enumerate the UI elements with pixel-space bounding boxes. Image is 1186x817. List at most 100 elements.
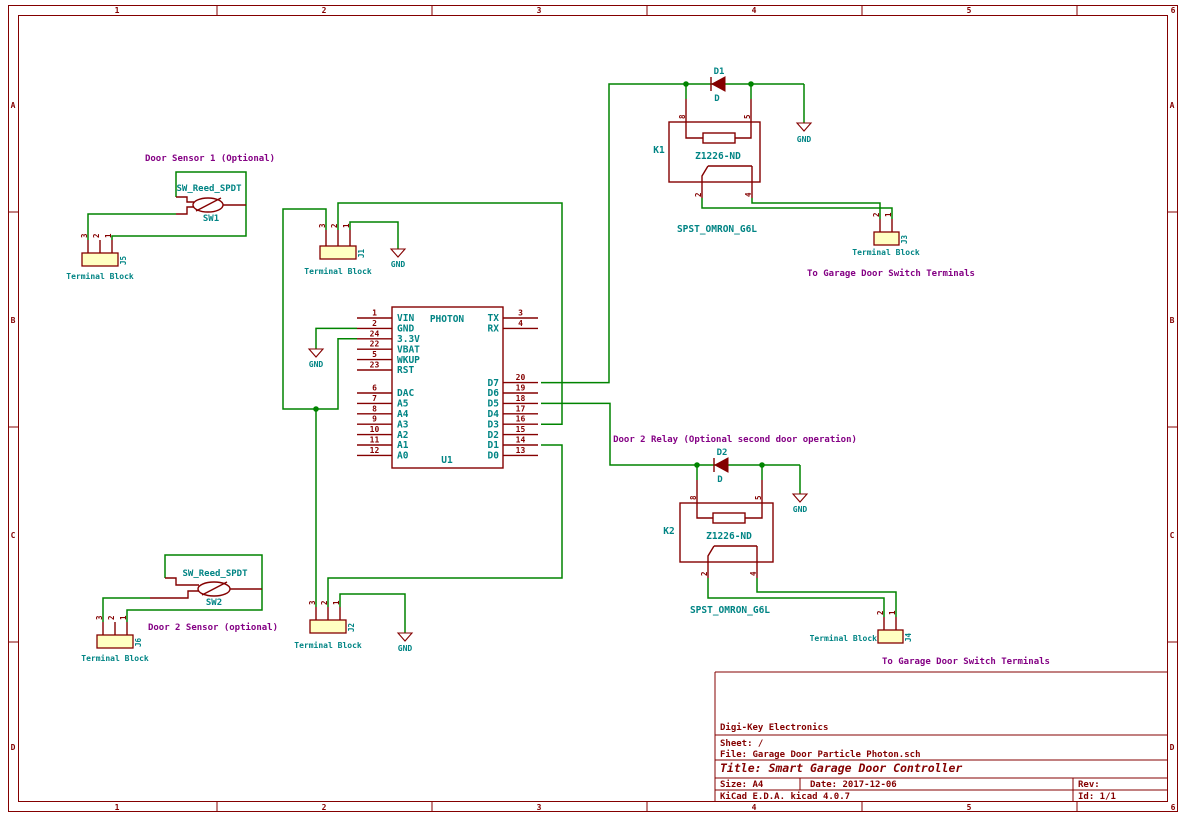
note-door-2-relay: Door 2 Relay (Optional second door opera… [613, 434, 857, 445]
relay-coil-lead [745, 503, 762, 518]
terminal-block-j6[interactable]: 3 2 1 J6 Terminal Block [81, 615, 149, 663]
tb-label: Terminal Block [810, 633, 878, 643]
photon-pin-name: D4 [488, 409, 500, 420]
tb-pin-number: 2 [92, 233, 101, 238]
relay-pin-number: 8 [689, 495, 698, 500]
wire[interactable] [350, 222, 398, 249]
reed-ref: SW2 [206, 598, 222, 608]
photon-pin-name: D2 [488, 430, 499, 441]
wire[interactable] [328, 445, 562, 607]
gnd-symbol[interactable] [309, 349, 323, 357]
wire[interactable] [541, 84, 804, 383]
gnd-symbol[interactable] [793, 494, 807, 502]
relay-pin-number: 5 [743, 114, 752, 119]
tb-pin-number: 3 [95, 615, 104, 620]
terminal-block-body[interactable] [97, 635, 133, 648]
photon-pins: 1VIN2GND243.3V22VBAT5WKUP23RST6DAC7A58A4… [357, 309, 538, 462]
photon-pin-number: 3 [518, 309, 523, 318]
photon-pin-name: A5 [397, 399, 409, 410]
gnd-symbol[interactable] [391, 249, 405, 257]
tb-label: Terminal Block [304, 266, 372, 276]
relay-ref: K2 [663, 526, 674, 537]
terminal-block-j1[interactable]: 3 2 1 J1 Terminal Block [304, 223, 372, 276]
tb-ref: J4 [904, 632, 913, 642]
reed-switch-sw2[interactable]: SW_Reed_SPDT SW2 [150, 569, 262, 608]
border-col-label: 4 [752, 803, 757, 812]
relay-coil [713, 513, 745, 523]
photon-pin-name: A1 [397, 440, 409, 451]
reed-switch-sw1[interactable]: SW_Reed_SPDT SW1 [176, 184, 246, 224]
photon-pin-number: 4 [518, 319, 523, 328]
wire[interactable] [702, 198, 892, 219]
id-field: Id: 1/1 [1078, 792, 1116, 802]
company-name: Digi-Key Electronics [720, 722, 828, 733]
gnd-symbol[interactable] [797, 123, 811, 131]
photon-pin-name: D7 [488, 378, 499, 389]
photon-pin-name: RST [397, 365, 414, 376]
tb-pin-number: 1 [342, 223, 351, 228]
tb-label: Terminal Block [66, 271, 134, 281]
tb-ref: J5 [119, 256, 128, 265]
tb-pin-number: 1 [888, 610, 897, 615]
tb-pin-number: 3 [308, 600, 317, 605]
photon-mcu[interactable]: PHOTON U1 1VIN2GND243.3V22VBAT5WKUP23RST… [357, 307, 538, 468]
border-col-label: 3 [537, 6, 542, 15]
photon-pin-number: 22 [370, 340, 380, 349]
tb-pin-number: 3 [80, 233, 89, 238]
relay-k1[interactable]: D1 D 8 5 2 4 K1 Z1226-ND SPST_OMRON_G6L [653, 67, 760, 235]
border-col-label: 5 [967, 803, 972, 812]
title-block: Digi-Key Electronics Sheet: / File: Gara… [715, 672, 1168, 802]
note-door-2-sensor: Door 2 Sensor (optional) [148, 622, 278, 633]
photon-pin-name: A4 [397, 409, 409, 420]
photon-pin-number: 13 [516, 446, 526, 455]
terminal-block-j3[interactable]: 2 1 J3 Terminal Block [852, 212, 920, 257]
diode-ref: D1 [714, 67, 725, 77]
photon-pin-name: D1 [488, 440, 500, 451]
terminal-block-body[interactable] [878, 630, 903, 643]
relay-switch-arm [702, 166, 708, 182]
terminal-block-body[interactable] [310, 620, 346, 633]
photon-pin-name: D3 [488, 419, 500, 430]
photon-pin-name: VIN [397, 313, 414, 324]
tool-field: KiCad E.D.A. kicad 4.0.7 [720, 791, 850, 802]
size-field: Size: A4 [720, 779, 764, 790]
terminal-block-body[interactable] [874, 232, 899, 245]
wire[interactable] [112, 172, 246, 240]
border-col-label: 6 [1171, 803, 1176, 812]
photon-pin-name: DAC [397, 388, 414, 399]
relay-coil-lead [697, 503, 713, 518]
photon-pin-number: 15 [516, 425, 526, 434]
rev-field: Rev: [1078, 780, 1100, 790]
terminal-block-body[interactable] [82, 253, 118, 266]
wire[interactable] [283, 209, 326, 409]
terminal-block-j4[interactable]: 2 1 J4 Terminal Block [810, 610, 913, 643]
tb-label: Terminal Block [852, 247, 920, 257]
photon-pin-name: A3 [397, 419, 409, 430]
photon-pin-number: 5 [372, 350, 377, 359]
relay-value: Z1226-ND [706, 531, 752, 542]
diode-d2[interactable] [715, 458, 728, 472]
photon-pin-name: A2 [397, 430, 408, 441]
tb-ref: J3 [900, 234, 909, 244]
border-row-label: D [11, 743, 16, 752]
gnd-label: GND [793, 505, 808, 514]
tb-pin-number: 2 [872, 212, 881, 217]
terminal-block-j2[interactable]: 3 2 1 J2 Terminal Block [294, 600, 362, 650]
border-inner [19, 16, 1168, 802]
terminal-block-body[interactable] [320, 246, 356, 259]
diode-d1[interactable] [712, 77, 725, 91]
photon-pin-number: 14 [516, 436, 526, 445]
diode-ref: D2 [717, 448, 728, 458]
relay-pin-number: 2 [694, 192, 703, 197]
photon-pin-number: 1 [372, 309, 377, 318]
photon-pin-number: 9 [372, 415, 377, 424]
relay-pin-number: 5 [754, 495, 763, 500]
border-col-label: 1 [115, 803, 120, 812]
terminal-block-j5[interactable]: 3 2 1 J5 Terminal Block [66, 233, 134, 281]
gnd-symbol[interactable] [398, 633, 412, 641]
photon-pin-number: 20 [516, 373, 526, 382]
reed-lead [176, 197, 194, 202]
gnd-label: GND [398, 644, 413, 653]
relay-coil-lead [735, 122, 751, 138]
schematic-sheet: 1 2 3 4 5 6 1 2 3 4 5 6 A B C D A B C D … [0, 0, 1186, 817]
